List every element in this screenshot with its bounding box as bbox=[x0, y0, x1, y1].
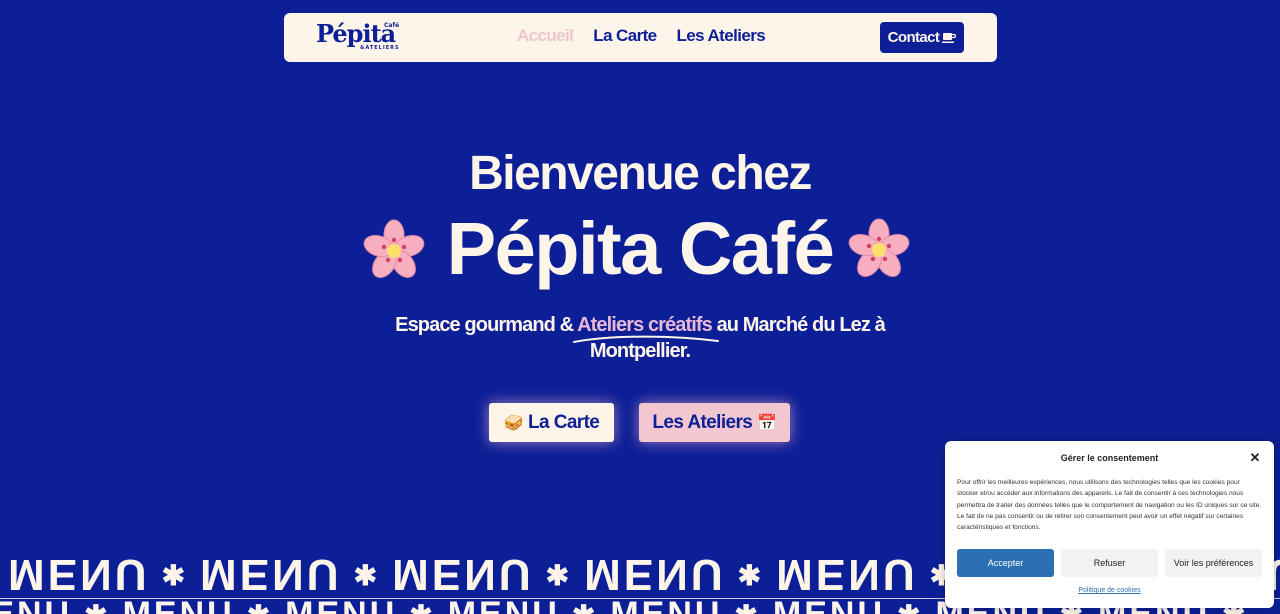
asterisk-icon: ✱ bbox=[247, 599, 273, 614]
asterisk-icon: ✱ bbox=[545, 560, 573, 592]
marquee-word: MENU bbox=[0, 595, 73, 614]
tagline-text-before: Espace gourmand & bbox=[395, 314, 578, 336]
cookie-policy-link[interactable]: Politique de cookies bbox=[945, 587, 1274, 594]
asterisk-icon: ✱ bbox=[409, 599, 435, 614]
asterisk-icon: ✱ bbox=[84, 599, 110, 614]
site-logo[interactable]: Pépita Café &ATELIERS bbox=[316, 21, 399, 52]
calendar-icon: 📅 bbox=[757, 414, 777, 432]
asterisk-icon: ✱ bbox=[737, 560, 765, 592]
logo-subtext: &ATELIERS bbox=[360, 45, 400, 51]
consent-title: Gérer le consentement bbox=[1060, 453, 1159, 463]
sandwich-icon: 🥪 bbox=[503, 414, 524, 432]
les-ateliers-button[interactable]: Les Ateliers 📅 bbox=[639, 403, 790, 442]
marquee-word: MENU bbox=[392, 550, 534, 599]
contact-button[interactable]: Contact bbox=[880, 22, 964, 53]
consent-description: Pour offrir les meilleures expériences, … bbox=[957, 479, 1262, 532]
marquee-word: MENU bbox=[200, 550, 342, 599]
asterisk-icon: ✱ bbox=[353, 560, 381, 592]
asterisk-icon: ✱ bbox=[734, 599, 760, 614]
marquee-word: MENU bbox=[8, 550, 150, 599]
underline-swoosh bbox=[573, 335, 719, 343]
preferences-button[interactable]: Voir les préférences bbox=[1165, 549, 1262, 577]
marquee-word: MENU bbox=[447, 595, 560, 614]
marquee-word: MENU bbox=[776, 550, 918, 599]
asterisk-icon: ✱ bbox=[897, 599, 923, 614]
nav-links: Accueil La Carte Les Ateliers bbox=[517, 26, 766, 46]
contact-button-label: Contact bbox=[887, 29, 940, 46]
hero-title-line2: Pépita Café bbox=[446, 207, 835, 290]
refuse-button[interactable]: Refuser bbox=[1061, 549, 1158, 577]
les-ateliers-button-label: Les Ateliers bbox=[652, 411, 753, 433]
close-icon[interactable]: ✕ bbox=[1248, 451, 1262, 465]
logo-cafe-text: Café bbox=[384, 22, 400, 29]
nav-link-accueil[interactable]: Accueil bbox=[517, 26, 574, 46]
cherry-blossom-icon-left bbox=[363, 219, 425, 278]
marquee-word: MENU bbox=[584, 550, 726, 599]
la-carte-button-label: La Carte bbox=[528, 411, 600, 433]
marquee-word: MENU bbox=[610, 595, 723, 614]
nav-link-les-ateliers[interactable]: Les Ateliers bbox=[677, 26, 766, 46]
la-carte-button[interactable]: 🥪 La Carte bbox=[489, 403, 614, 442]
marquee-word: MENU bbox=[122, 595, 235, 614]
marquee-word: MENU bbox=[285, 595, 398, 614]
top-nav: Pépita Café &ATELIERS Accueil La Carte L… bbox=[284, 13, 997, 62]
asterisk-icon: ✱ bbox=[161, 560, 189, 592]
cherry-blossom-icon-right bbox=[848, 218, 910, 277]
cookie-consent-dialog: Gérer le consentement ✕ Pour offrir les … bbox=[945, 441, 1274, 608]
marquee-word: MENU bbox=[772, 595, 885, 614]
nav-link-la-carte[interactable]: La Carte bbox=[593, 26, 657, 46]
accept-button[interactable]: Accepter bbox=[957, 549, 1054, 577]
hero-title-line1: Bienvenue chez bbox=[469, 147, 812, 200]
coffee-cup-icon bbox=[942, 32, 957, 43]
asterisk-icon: ✱ bbox=[572, 599, 598, 614]
